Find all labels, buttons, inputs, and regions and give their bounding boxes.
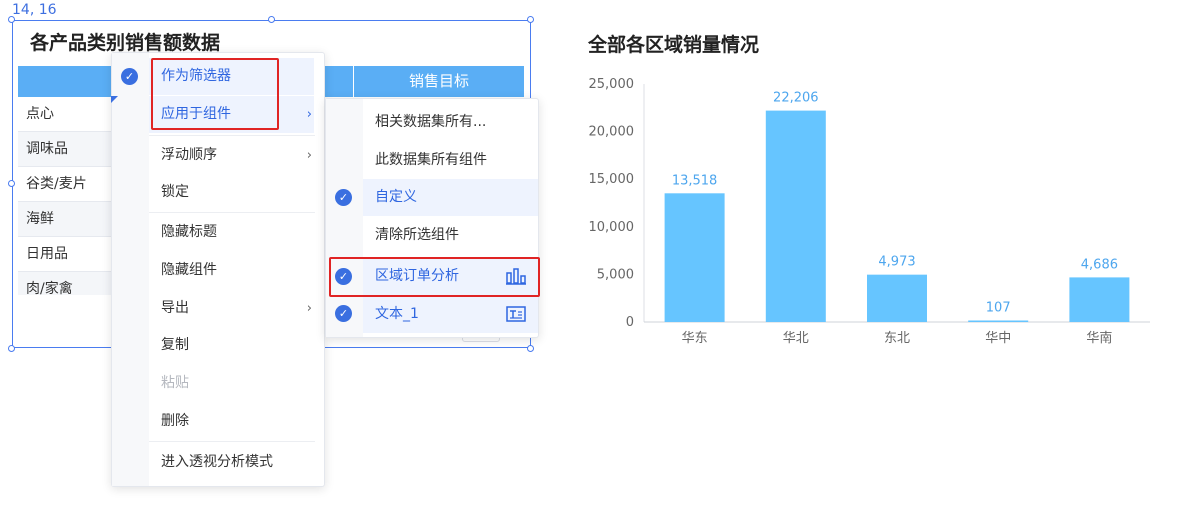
menu-item-label: 粘贴 bbox=[161, 375, 189, 391]
menu-item-label: 锁定 bbox=[161, 184, 189, 200]
bar bbox=[765, 110, 826, 322]
submenu-item-label: 清除所选组件 bbox=[375, 227, 459, 243]
y-tick-label: 0 bbox=[626, 315, 634, 330]
menu-item-export[interactable]: 导出 › bbox=[149, 290, 314, 327]
bar bbox=[1069, 277, 1130, 322]
menu-divider bbox=[149, 135, 315, 136]
checkmark-icon: ✓ bbox=[335, 189, 352, 206]
text-box-icon bbox=[506, 306, 526, 322]
corner-marker bbox=[111, 96, 118, 103]
data-label: 4,973 bbox=[878, 255, 915, 270]
menu-item-label: 进入透视分析模式 bbox=[161, 454, 273, 470]
bar bbox=[968, 320, 1029, 322]
context-menu-check-column bbox=[112, 53, 149, 486]
menu-item-copy[interactable]: 复制 bbox=[149, 327, 314, 364]
menu-item-hide-title[interactable]: 隐藏标题 bbox=[149, 214, 314, 251]
table-header-sales-target[interactable]: 销售目标 bbox=[354, 66, 524, 97]
menu-item-pivot-mode[interactable]: 进入透视分析模式 bbox=[149, 444, 314, 481]
submenu-check-column bbox=[326, 99, 363, 337]
menu-item-hide-component[interactable]: 隐藏组件 bbox=[149, 252, 314, 289]
x-tick-label: 华东 bbox=[682, 331, 708, 346]
menu-item-float-order[interactable]: 浮动顺序 › bbox=[149, 137, 314, 174]
submenu-item-label: 文本_1 bbox=[375, 306, 419, 322]
resize-handle-bottom-right[interactable] bbox=[527, 345, 534, 352]
data-label: 4,686 bbox=[1081, 257, 1118, 272]
menu-item-label: 浮动顺序 bbox=[161, 147, 217, 163]
y-tick-label: 10,000 bbox=[589, 220, 635, 235]
checkmark-icon: ✓ bbox=[121, 68, 138, 85]
menu-item-lock[interactable]: 锁定 bbox=[149, 174, 314, 211]
menu-item-label: 导出 bbox=[161, 300, 189, 316]
menu-item-label: 复制 bbox=[161, 337, 189, 353]
menu-item-label: 隐藏组件 bbox=[161, 262, 217, 278]
y-tick-label: 15,000 bbox=[589, 172, 635, 187]
submenu-item-this-dataset[interactable]: 此数据集所有组件 bbox=[363, 142, 538, 179]
menu-item-delete[interactable]: 删除 bbox=[149, 403, 314, 440]
highlight-box-menu bbox=[151, 58, 279, 130]
menu-divider bbox=[149, 441, 315, 442]
resize-handle-top-right[interactable] bbox=[527, 16, 534, 23]
submenu-item-label: 相关数据集所有... bbox=[375, 114, 487, 130]
submenu-item-text-1[interactable]: 文本_1 bbox=[363, 296, 538, 333]
highlight-box-submenu bbox=[329, 257, 540, 297]
table-title: 各产品类别销售额数据 bbox=[30, 32, 221, 54]
menu-item-label: 隐藏标题 bbox=[161, 224, 217, 240]
chart-title: 全部各区域销量情况 bbox=[588, 34, 760, 56]
y-tick-label: 5,000 bbox=[597, 267, 634, 282]
data-label: 13,518 bbox=[672, 173, 718, 188]
bar-chart: 0 5,000 10,000 15,000 20,000 25,000 13,518 华东 22… bbox=[589, 77, 1150, 346]
checkmark-icon: ✓ bbox=[335, 305, 352, 322]
x-tick-label: 华北 bbox=[783, 331, 809, 346]
resize-handle-top-left[interactable] bbox=[8, 16, 15, 23]
y-tick-label: 25,000 bbox=[589, 77, 635, 92]
chevron-right-icon: › bbox=[306, 148, 312, 163]
submenu-item-label: 此数据集所有组件 bbox=[375, 152, 487, 168]
x-tick-label: 华中 bbox=[985, 331, 1011, 346]
bar bbox=[867, 274, 927, 322]
resize-handle-top-center[interactable] bbox=[268, 16, 275, 23]
chevron-right-icon: › bbox=[306, 301, 312, 316]
data-label: 22,206 bbox=[773, 91, 819, 106]
menu-item-paste: 粘贴 bbox=[149, 365, 314, 402]
x-tick-label: 华南 bbox=[1086, 330, 1112, 346]
menu-item-label: 删除 bbox=[161, 413, 189, 429]
menu-divider bbox=[149, 212, 315, 213]
resize-handle-middle-left[interactable] bbox=[8, 180, 15, 187]
submenu-item-related-dataset[interactable]: 相关数据集所有... bbox=[363, 104, 538, 141]
chevron-right-icon: › bbox=[306, 107, 312, 122]
submenu-item-custom[interactable]: 自定义 bbox=[363, 179, 538, 216]
bar bbox=[664, 193, 725, 322]
y-tick-label: 20,000 bbox=[589, 125, 635, 140]
resize-handle-bottom-left[interactable] bbox=[8, 345, 15, 352]
submenu-item-clear-selected[interactable]: 清除所选组件 bbox=[363, 217, 538, 254]
x-tick-label: 东北 bbox=[884, 331, 910, 346]
selection-coordinates: 14, 16 bbox=[12, 2, 57, 18]
data-label: 107 bbox=[986, 301, 1011, 316]
submenu-item-label: 自定义 bbox=[375, 189, 417, 205]
